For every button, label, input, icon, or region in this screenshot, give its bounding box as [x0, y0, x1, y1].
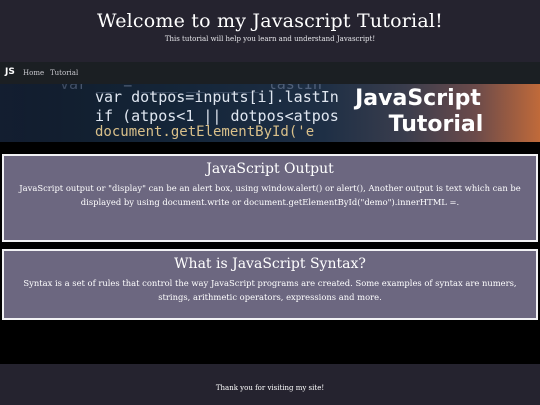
- site-header: Welcome to my Javascript Tutorial! This …: [0, 0, 540, 62]
- section-title: JavaScript Output: [206, 161, 334, 177]
- site-footer: Thank you for visiting my site!: [0, 364, 540, 405]
- nav-link-home[interactable]: Home: [23, 69, 44, 77]
- section-card-syntax: What is JavaScript Syntax? Syntax is a s…: [2, 249, 538, 320]
- banner-code-line: var dotpos=inputs[i].lastIn: [95, 88, 339, 106]
- section-card-output: JavaScript Output JavaScript output or "…: [2, 154, 538, 242]
- banner-vignette: [0, 84, 90, 142]
- hero-banner-image: var __ = ____ __ _____ lastIn var dotpos…: [0, 84, 540, 142]
- banner-heading: JavaScript Tutorial: [338, 86, 498, 138]
- page-title: Welcome to my Javascript Tutorial!: [97, 10, 443, 32]
- banner-heading-line2: Tutorial: [388, 112, 484, 137]
- section-text: Syntax is a set of rules that control th…: [23, 278, 517, 302]
- banner-heading-line1: JavaScript: [355, 86, 481, 111]
- nav-brand[interactable]: JS: [5, 67, 15, 77]
- section-title: What is JavaScript Syntax?: [174, 256, 366, 272]
- section-text: JavaScript output or "display" can be an…: [19, 183, 521, 207]
- banner-code-line: if (atpos<1 || dotpos<atpos: [95, 107, 339, 125]
- navbar: JS Home Tutorial: [0, 62, 540, 84]
- page-subtitle: This tutorial will help you learn and un…: [164, 35, 376, 43]
- banner-code-line: document.getElementById('e: [95, 124, 315, 140]
- nav-link-tutorial[interactable]: Tutorial: [50, 69, 78, 77]
- footer-text: Thank you for visiting my site!: [215, 384, 325, 392]
